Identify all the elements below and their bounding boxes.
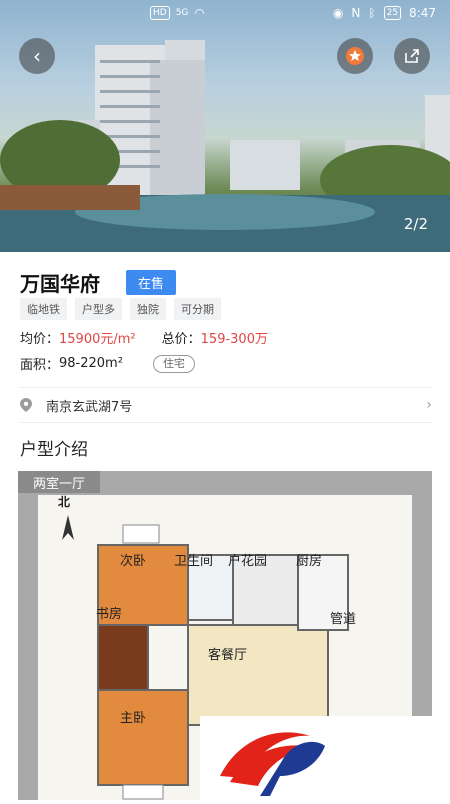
section-title: 户型介绍 <box>20 440 88 460</box>
favorite-button[interactable] <box>337 38 373 74</box>
room-label: 主卧 <box>120 711 147 726</box>
share-icon <box>405 49 419 63</box>
room-label: 书房 <box>96 607 123 622</box>
chevron-left-icon: ‹ <box>33 44 41 68</box>
tag: 临地铁 <box>20 298 67 320</box>
tag: 户型多 <box>75 298 122 320</box>
room-label: 厨房 <box>296 554 323 569</box>
clock: 8:47 <box>409 6 436 20</box>
location-pin-icon <box>20 398 32 412</box>
brand-logo-icon <box>220 732 325 796</box>
floorplan-tab-label: 两室一厅 <box>18 471 100 493</box>
star-icon <box>346 47 364 65</box>
wifi-icon: ◠ <box>194 6 205 20</box>
north-label: 北 <box>58 495 71 509</box>
status-badge: 在售 <box>126 270 177 295</box>
status-bar: HD 5G ◠ ◉ N ᛒ 25 8:47 <box>0 0 450 28</box>
watermark-logo <box>200 716 432 800</box>
price-row: 均价： 15900元/m² 总价： 159-300万 <box>20 328 268 347</box>
address-text: 南京玄武湖7号 <box>46 399 133 415</box>
share-button[interactable] <box>394 38 430 74</box>
tag: 独院 <box>130 298 166 320</box>
room-label: 客餐厅 <box>208 648 248 663</box>
tag: 可分期 <box>174 298 221 320</box>
hd-indicator: HD <box>150 6 170 20</box>
room-label: 卫生间 <box>174 554 214 569</box>
area-value: 98-220m² <box>59 356 123 371</box>
address-row[interactable]: 南京玄武湖7号 › <box>20 387 432 423</box>
avg-price-label: 均价： <box>20 332 60 347</box>
eye-icon: ◉ <box>332 6 344 20</box>
property-name: 万国华府 <box>20 272 100 296</box>
battery-indicator: 25 <box>383 6 402 20</box>
room-label: 次卧 <box>120 554 147 569</box>
room-label: 管道 <box>330 612 357 627</box>
avg-price-value: 15900元/m² <box>59 332 136 347</box>
network-indicator: 5G <box>175 8 189 18</box>
property-type-chip: 住宅 <box>152 354 195 373</box>
total-price-label: 总价： <box>161 332 201 347</box>
room-label: 户花园 <box>228 554 268 569</box>
area-row: 面积： 98-220m² 住宅 <box>20 354 195 373</box>
chevron-right-icon: › <box>426 397 432 413</box>
bluetooth-icon: ᛒ <box>368 6 376 20</box>
tag-list: 临地铁 户型多 独院 可分期 <box>20 298 221 320</box>
nfc-icon: N <box>351 6 361 20</box>
image-counter: 2/2 <box>403 215 428 233</box>
back-button[interactable]: ‹ <box>19 38 55 74</box>
area-label: 面积： <box>20 358 60 373</box>
building-illustration <box>0 40 450 252</box>
hero-image: HD 5G ◠ ◉ N ᛒ 25 8:47 ‹ 2/2 <box>0 0 450 252</box>
total-price-value: 159-300万 <box>200 332 268 347</box>
